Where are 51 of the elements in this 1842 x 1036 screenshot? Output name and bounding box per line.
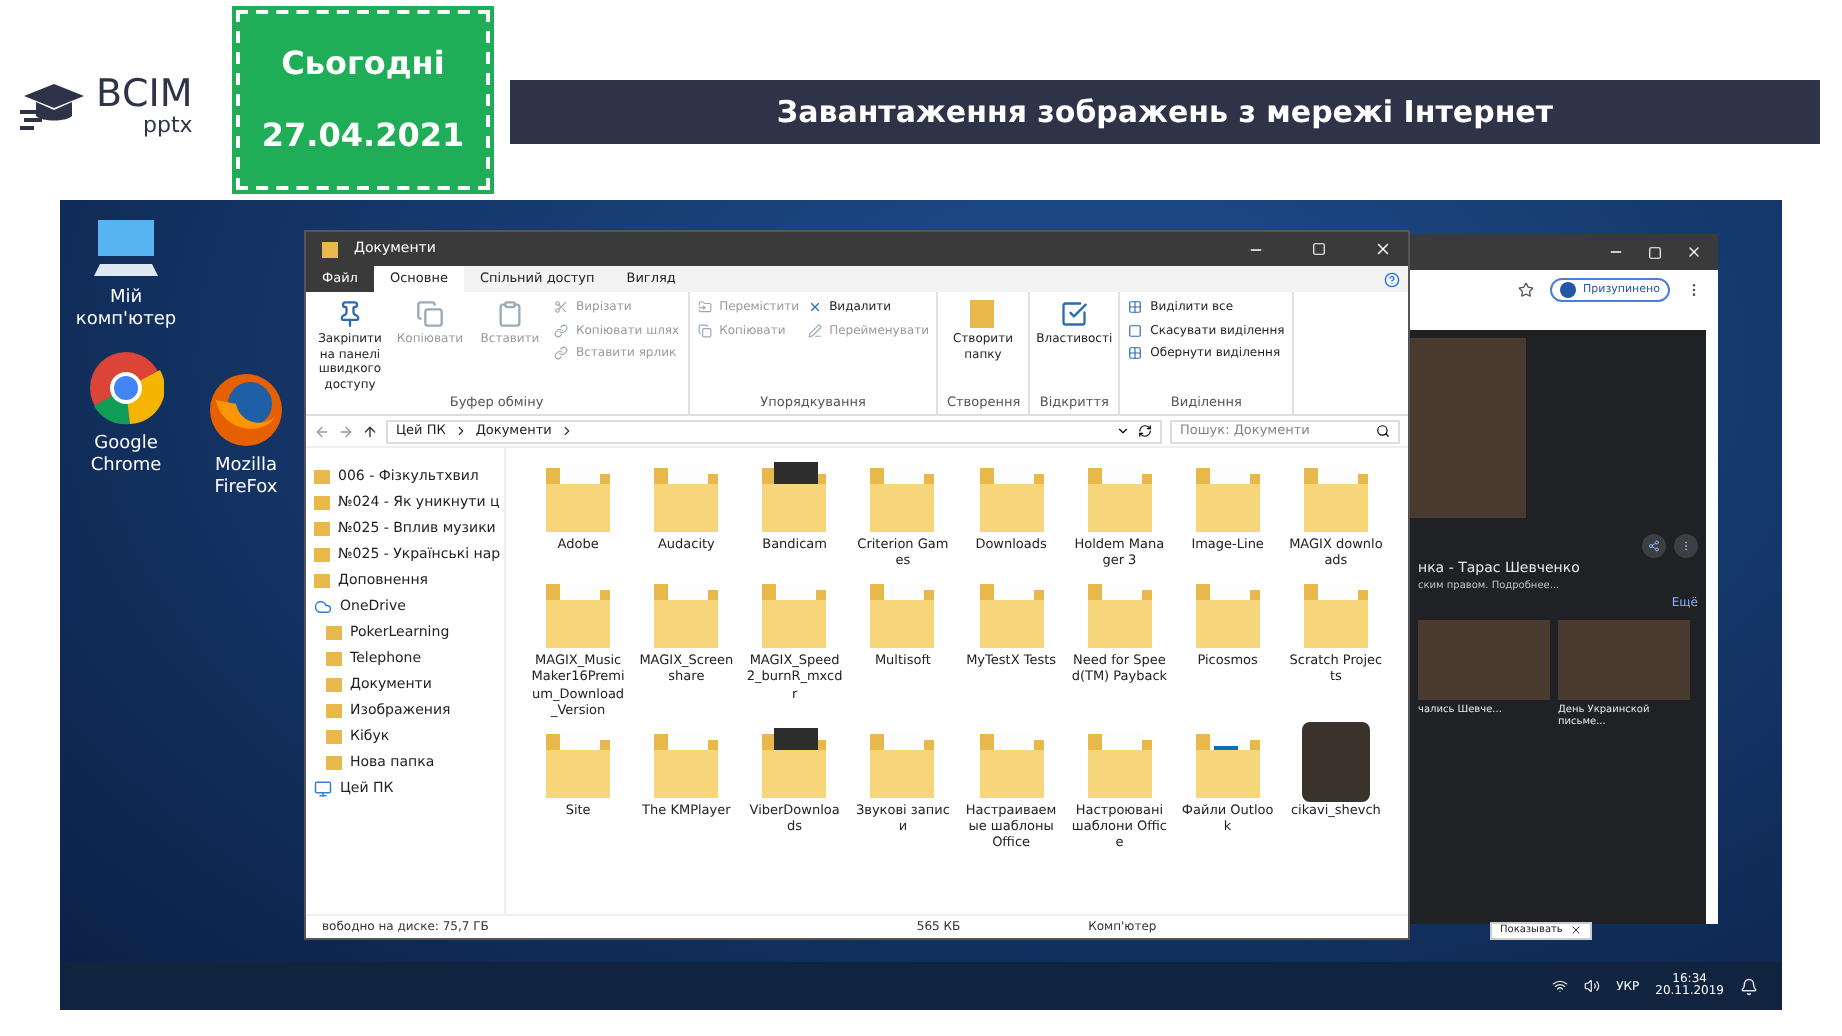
ribbon-icon	[697, 323, 712, 338]
ribbon-icon	[1128, 346, 1143, 361]
graduation-cap-icon	[20, 80, 88, 132]
maximize-icon[interactable]	[1312, 242, 1326, 256]
ribbon-icon	[1060, 300, 1089, 328]
chevron-icon[interactable]	[453, 424, 468, 438]
avatar-icon	[1559, 282, 1575, 298]
firefox-icon[interactable]	[208, 372, 284, 448]
ribbon-icon	[1128, 300, 1143, 315]
date-value: 27.04.2021	[261, 114, 465, 158]
chrome-icon[interactable]	[88, 349, 164, 425]
folder-icon	[970, 300, 995, 328]
notification-icon[interactable]	[1740, 977, 1758, 995]
back-icon[interactable]	[314, 423, 330, 439]
cloud-icon	[314, 598, 332, 616]
search-icon[interactable]	[1376, 424, 1390, 438]
dropdown-icon[interactable]	[1116, 424, 1130, 438]
ribbon-icon	[336, 300, 364, 328]
computer-icon	[314, 780, 332, 798]
ribbon-icon	[416, 300, 444, 328]
refresh-icon[interactable]	[1138, 424, 1152, 438]
desktop-icon-label[interactable]: Mozilla FireFox	[196, 456, 296, 501]
star-icon[interactable]	[1517, 282, 1533, 298]
maximize-icon[interactable]	[1648, 245, 1662, 259]
network-icon[interactable]	[1552, 978, 1569, 994]
ribbon-icon	[807, 300, 822, 315]
logo-subtitle: pptx	[143, 114, 193, 136]
ribbon-icon	[554, 346, 568, 361]
desktop-icon-label[interactable]: Google Chrome	[76, 433, 176, 478]
help-icon[interactable]	[1384, 271, 1400, 287]
ribbon-icon	[697, 300, 712, 315]
logo-title: ВСІМ	[96, 76, 193, 114]
slide-title: Завантаження зображень з мережі Інтернет	[776, 91, 1554, 134]
ribbon-icon	[554, 300, 568, 315]
up-icon[interactable]	[362, 423, 378, 439]
volume-icon[interactable]	[1584, 978, 1601, 994]
portrait-thumbnail	[1301, 721, 1370, 802]
folder-icon	[322, 241, 338, 257]
close-icon[interactable]	[1570, 924, 1583, 937]
date-label: Сьогодні	[281, 42, 445, 86]
chevron-icon[interactable]	[559, 424, 574, 438]
forward-icon[interactable]	[338, 423, 354, 439]
share-icon	[1648, 540, 1660, 552]
share-button[interactable]	[1642, 534, 1666, 558]
desktop-icon-label[interactable]: Мій комп'ютер	[75, 288, 177, 333]
ribbon-icon	[1128, 323, 1143, 338]
ribbon-icon	[807, 323, 822, 338]
ribbon-icon	[496, 300, 524, 328]
ribbon-icon	[554, 323, 568, 338]
computer-icon[interactable]	[92, 216, 160, 280]
folder-icon	[758, 456, 831, 536]
